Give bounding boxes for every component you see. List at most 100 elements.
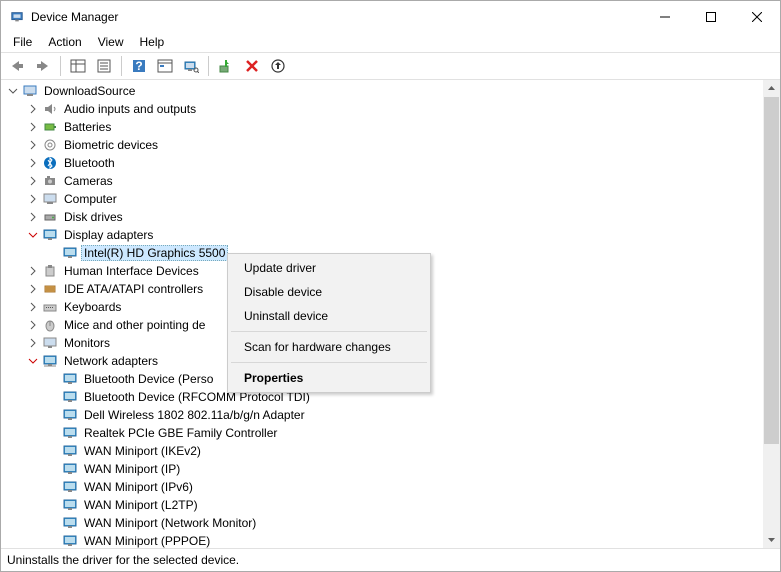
expander-icon[interactable] [25, 209, 41, 225]
category-disk[interactable]: Disk drives [25, 208, 763, 226]
tree-root[interactable]: DownloadSource [5, 82, 763, 100]
toolbar: ? [1, 52, 780, 80]
battery-icon [42, 119, 58, 135]
app-icon [9, 9, 25, 25]
menu-action[interactable]: Action [40, 33, 89, 51]
uninstall-device-button[interactable] [240, 54, 264, 78]
display-icon [42, 227, 58, 243]
network-adapter-icon [62, 371, 78, 387]
scroll-track[interactable] [763, 97, 780, 531]
ctx-disable-device[interactable]: Disable device [230, 280, 428, 304]
content-area: DownloadSource Audio inputs and outputs … [1, 80, 780, 549]
menu-file[interactable]: File [5, 33, 40, 51]
close-button[interactable] [734, 1, 780, 32]
context-menu: Update driver Disable device Uninstall d… [227, 253, 431, 393]
expander-icon[interactable] [25, 281, 41, 297]
expander-icon[interactable] [25, 191, 41, 207]
tree-label: Audio inputs and outputs [61, 101, 199, 117]
status-bar: Uninstalls the driver for the selected d… [1, 549, 780, 571]
vertical-scrollbar[interactable] [763, 80, 780, 548]
device-network[interactable]: WAN Miniport (IPv6) [45, 478, 763, 496]
computer-icon [22, 83, 38, 99]
window-title: Device Manager [31, 10, 642, 24]
scan-hardware-button[interactable] [179, 54, 203, 78]
device-network[interactable]: WAN Miniport (IP) [45, 460, 763, 478]
tree-label: WAN Miniport (PPPOE) [81, 533, 213, 548]
menu-help[interactable]: Help [132, 33, 173, 51]
tree-label: WAN Miniport (IPv6) [81, 479, 196, 495]
expander-icon[interactable] [25, 155, 41, 171]
network-adapter-icon [62, 515, 78, 531]
expander-icon[interactable] [5, 83, 21, 99]
network-adapter-icon [62, 533, 78, 548]
tree-label: Computer [61, 191, 120, 207]
category-computer[interactable]: Computer [25, 190, 763, 208]
bluetooth-icon [42, 155, 58, 171]
enable-device-button[interactable] [214, 54, 238, 78]
expander-icon[interactable] [25, 173, 41, 189]
scroll-thumb[interactable] [764, 97, 779, 444]
tree-label: Network adapters [61, 353, 161, 369]
tree-label: Display adapters [61, 227, 156, 243]
forward-button[interactable] [31, 54, 55, 78]
network-adapter-icon [62, 479, 78, 495]
back-button[interactable] [5, 54, 29, 78]
device-network[interactable]: WAN Miniport (PPPOE) [45, 532, 763, 548]
mouse-icon [42, 317, 58, 333]
expander-open-icon[interactable] [25, 227, 41, 243]
expander-icon[interactable] [25, 137, 41, 153]
properties-button[interactable] [92, 54, 116, 78]
expander-icon[interactable] [25, 101, 41, 117]
window-controls [642, 1, 780, 32]
ide-icon [42, 281, 58, 297]
update-driver-button[interactable] [266, 54, 290, 78]
help-button[interactable]: ? [127, 54, 151, 78]
network-adapter-icon [62, 389, 78, 405]
tree-label: Bluetooth [61, 155, 118, 171]
disk-icon [42, 209, 58, 225]
device-network[interactable]: Dell Wireless 1802 802.11a/b/g/n Adapter [45, 406, 763, 424]
category-audio[interactable]: Audio inputs and outputs [25, 100, 763, 118]
computer-icon [42, 191, 58, 207]
category-biometric[interactable]: Biometric devices [25, 136, 763, 154]
maximize-button[interactable] [688, 1, 734, 32]
expander-icon[interactable] [25, 335, 41, 351]
scroll-down-button[interactable] [763, 531, 780, 548]
tree-label: Monitors [61, 335, 113, 351]
action-button[interactable] [153, 54, 177, 78]
category-display[interactable]: Display adapters [25, 226, 763, 244]
expander-icon[interactable] [25, 317, 41, 333]
category-bluetooth[interactable]: Bluetooth [25, 154, 763, 172]
status-text: Uninstalls the driver for the selected d… [7, 553, 239, 567]
menu-view[interactable]: View [90, 33, 132, 51]
expander-icon[interactable] [25, 299, 41, 315]
network-adapter-icon [62, 425, 78, 441]
ctx-properties[interactable]: Properties [230, 366, 428, 390]
ctx-separator [231, 362, 427, 363]
menu-bar: File Action View Help [1, 32, 780, 52]
keyboard-icon [42, 299, 58, 315]
expander-icon[interactable] [25, 263, 41, 279]
expander-open-icon[interactable] [25, 353, 41, 369]
tree-label: Dell Wireless 1802 802.11a/b/g/n Adapter [81, 407, 308, 423]
ctx-update-driver[interactable]: Update driver [230, 256, 428, 280]
tree-label: WAN Miniport (IP) [81, 461, 183, 477]
tree-label: Biometric devices [61, 137, 161, 153]
scroll-up-button[interactable] [763, 80, 780, 97]
toolbar-separator [60, 56, 61, 76]
tree-label: WAN Miniport (IKEv2) [81, 443, 204, 459]
category-cameras[interactable]: Cameras [25, 172, 763, 190]
ctx-scan-hardware[interactable]: Scan for hardware changes [230, 335, 428, 359]
device-network[interactable]: Realtek PCIe GBE Family Controller [45, 424, 763, 442]
device-network[interactable]: WAN Miniport (Network Monitor) [45, 514, 763, 532]
ctx-uninstall-device[interactable]: Uninstall device [230, 304, 428, 328]
expander-icon[interactable] [25, 119, 41, 135]
minimize-button[interactable] [642, 1, 688, 32]
tree-label: Mice and other pointing de [61, 317, 208, 333]
show-hide-console-button[interactable] [66, 54, 90, 78]
device-network[interactable]: WAN Miniport (IKEv2) [45, 442, 763, 460]
device-network[interactable]: WAN Miniport (L2TP) [45, 496, 763, 514]
category-batteries[interactable]: Batteries [25, 118, 763, 136]
tree-label: Intel(R) HD Graphics 5500 [81, 245, 228, 261]
speaker-icon [42, 101, 58, 117]
